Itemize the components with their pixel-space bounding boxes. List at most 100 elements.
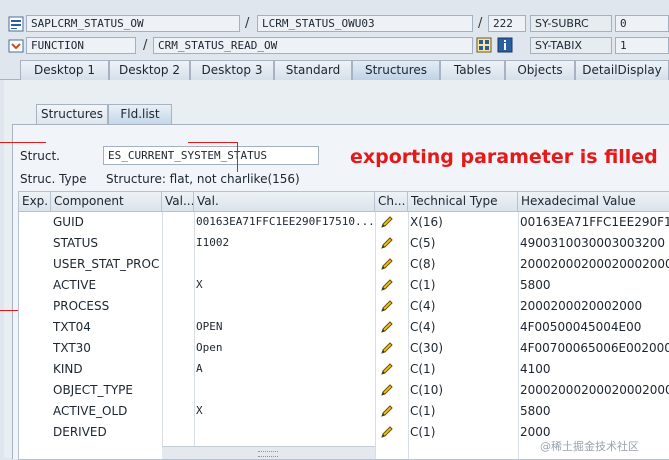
event-type-field: FUNCTION bbox=[26, 37, 136, 54]
component-cell: OBJECT_TYPE bbox=[53, 383, 133, 397]
value-cell: X bbox=[196, 404, 203, 417]
tab-desktop-2[interactable]: Desktop 2 bbox=[109, 60, 190, 80]
technical-type-cell: C(10) bbox=[410, 383, 444, 397]
col-header-change[interactable]: Ch... bbox=[375, 192, 408, 212]
subtab-structures[interactable]: Structures bbox=[36, 104, 108, 124]
technical-type-cell: C(1) bbox=[410, 278, 436, 292]
tab-detail-display[interactable]: DetailDisplay bbox=[575, 60, 669, 80]
separator: / bbox=[143, 38, 148, 53]
table-row[interactable]: KIND A C(1) 4100 bbox=[19, 359, 669, 380]
sy-subrc-value: 0 bbox=[615, 15, 669, 32]
technical-type-cell: C(1) bbox=[410, 362, 436, 376]
table-row[interactable]: TXT30 Open C(30) 4F00700065006E002000200 bbox=[19, 338, 669, 359]
col-header-technical-type[interactable]: Technical Type bbox=[408, 192, 518, 212]
technical-type-cell: C(1) bbox=[410, 404, 436, 418]
struct-type-label: Struc. Type bbox=[20, 172, 87, 186]
table-row[interactable]: ACTIVE X C(1) 5800 bbox=[19, 275, 669, 296]
pencil-icon[interactable] bbox=[379, 319, 395, 335]
table-row[interactable]: ACTIVE_OLD X C(1) 5800 bbox=[19, 401, 669, 422]
component-cell: DERIVED bbox=[53, 425, 107, 439]
technical-type-cell: C(4) bbox=[410, 320, 436, 334]
program-icon bbox=[8, 16, 24, 32]
hex-value-cell: 5800 bbox=[520, 404, 551, 418]
value-cell: Open bbox=[196, 341, 223, 354]
technical-type-cell: C(8) bbox=[410, 257, 436, 271]
component-cell: STATUS bbox=[53, 236, 99, 250]
pencil-icon[interactable] bbox=[379, 382, 395, 398]
hex-value-cell: 4900310030003003200 bbox=[520, 236, 666, 250]
table-row[interactable]: TXT04 OPEN C(4) 4F00500045004E00 bbox=[19, 317, 669, 338]
pencil-icon[interactable] bbox=[379, 214, 395, 230]
hex-value-cell: 20002000200020002000200 bbox=[520, 383, 669, 397]
component-cell: TXT04 bbox=[53, 320, 91, 334]
grid-settings-icon[interactable] bbox=[476, 37, 492, 53]
struct-label: Struct. bbox=[20, 149, 60, 163]
hex-value-cell: 4100 bbox=[520, 362, 551, 376]
value-cell: X bbox=[196, 278, 203, 291]
component-cell: GUID bbox=[53, 215, 84, 229]
technical-type-cell: C(5) bbox=[410, 236, 436, 250]
tab-desktop-3[interactable]: Desktop 3 bbox=[190, 60, 274, 80]
table-row[interactable]: STATUS I1002 C(5) 4900310030003003200 bbox=[19, 233, 669, 254]
function-icon bbox=[8, 38, 24, 54]
pencil-icon[interactable] bbox=[379, 298, 395, 314]
table-row[interactable]: PROCESS C(4) 2000200020002000 bbox=[19, 296, 669, 317]
struct-type-value: Structure: flat, not charlike(156) bbox=[106, 172, 300, 186]
value-cell bbox=[196, 380, 374, 400]
pencil-icon[interactable] bbox=[379, 256, 395, 272]
tab-structures[interactable]: Structures bbox=[352, 60, 440, 80]
line-number-field: 222 bbox=[488, 15, 526, 32]
value-cell bbox=[196, 422, 374, 442]
struct-name-input[interactable]: ES_CURRENT_SYSTEM_STATUS bbox=[103, 146, 319, 165]
component-cell: ACTIVE_OLD bbox=[53, 404, 128, 418]
table-row[interactable]: GUID 00163EA71FFC1EE290F17510... X(16) 0016… bbox=[19, 212, 669, 233]
info-icon[interactable] bbox=[497, 37, 513, 53]
hex-value-cell: 20002000200020002000200 bbox=[520, 257, 669, 271]
col-header-hex-value[interactable]: Hexadecimal Value bbox=[518, 192, 669, 212]
annotation-mark bbox=[237, 142, 238, 172]
component-cell: TXT30 bbox=[53, 341, 91, 355]
component-cell: ACTIVE bbox=[53, 278, 97, 292]
value-cell: OPEN bbox=[196, 320, 223, 333]
table-row[interactable]: USER_STAT_PROC C(8) 2000200020002000200020… bbox=[19, 254, 669, 275]
pencil-icon[interactable] bbox=[379, 340, 395, 356]
pencil-icon[interactable] bbox=[379, 361, 395, 377]
technical-type-cell: C(30) bbox=[410, 341, 444, 355]
col-header-val-short[interactable]: Val... bbox=[162, 192, 194, 212]
tab-desktop-1[interactable]: Desktop 1 bbox=[20, 60, 109, 80]
horizontal-scrollbar[interactable] bbox=[162, 446, 375, 459]
annotation-mark bbox=[188, 142, 238, 143]
value-cell: I1002 bbox=[196, 236, 230, 249]
component-cell: USER_STAT_PROC bbox=[53, 257, 160, 271]
value-cell: A bbox=[196, 362, 203, 375]
technical-type-cell: C(1) bbox=[410, 425, 436, 439]
pencil-icon[interactable] bbox=[379, 235, 395, 251]
value-cell bbox=[196, 296, 374, 316]
sy-tabix-value: 1 bbox=[615, 37, 669, 54]
tab-tables[interactable]: Tables bbox=[440, 60, 505, 80]
col-header-component[interactable]: Component bbox=[51, 192, 162, 212]
pencil-icon[interactable] bbox=[379, 424, 395, 440]
tab-standard[interactable]: Standard bbox=[274, 60, 352, 80]
watermark-text: @稀土掘金技术社区 bbox=[540, 440, 639, 453]
hex-value-cell: 4F00500045004E00 bbox=[520, 320, 642, 334]
value-cell: 00163EA71FFC1EE290F17510... bbox=[196, 215, 374, 228]
pencil-icon[interactable] bbox=[379, 403, 395, 419]
hex-value-cell: 5800 bbox=[520, 278, 551, 292]
col-header-val[interactable]: Val. bbox=[194, 192, 375, 212]
hex-value-cell: 00163EA71FFC1EE290F175 bbox=[520, 215, 669, 229]
separator: / bbox=[245, 16, 250, 31]
table-row[interactable]: OBJECT_TYPE C(10) 20002000200020002000200 bbox=[19, 380, 669, 401]
subtab-field-list[interactable]: Fld.list bbox=[108, 104, 172, 124]
component-cell: KIND bbox=[53, 362, 83, 376]
pencil-icon[interactable] bbox=[379, 277, 395, 293]
program-name-field: SAPLCRM_STATUS_OW bbox=[26, 15, 240, 32]
separator: / bbox=[478, 16, 483, 31]
technical-type-cell: C(4) bbox=[410, 299, 436, 313]
tab-objects[interactable]: Objects bbox=[505, 60, 575, 80]
field-list-grid: Exp. Component Val... Val. Ch... Technic… bbox=[18, 191, 669, 460]
annotation-mark bbox=[0, 142, 46, 143]
value-cell bbox=[196, 254, 374, 274]
technical-type-cell: X(16) bbox=[410, 215, 443, 229]
col-header-exp[interactable]: Exp. bbox=[19, 192, 51, 212]
